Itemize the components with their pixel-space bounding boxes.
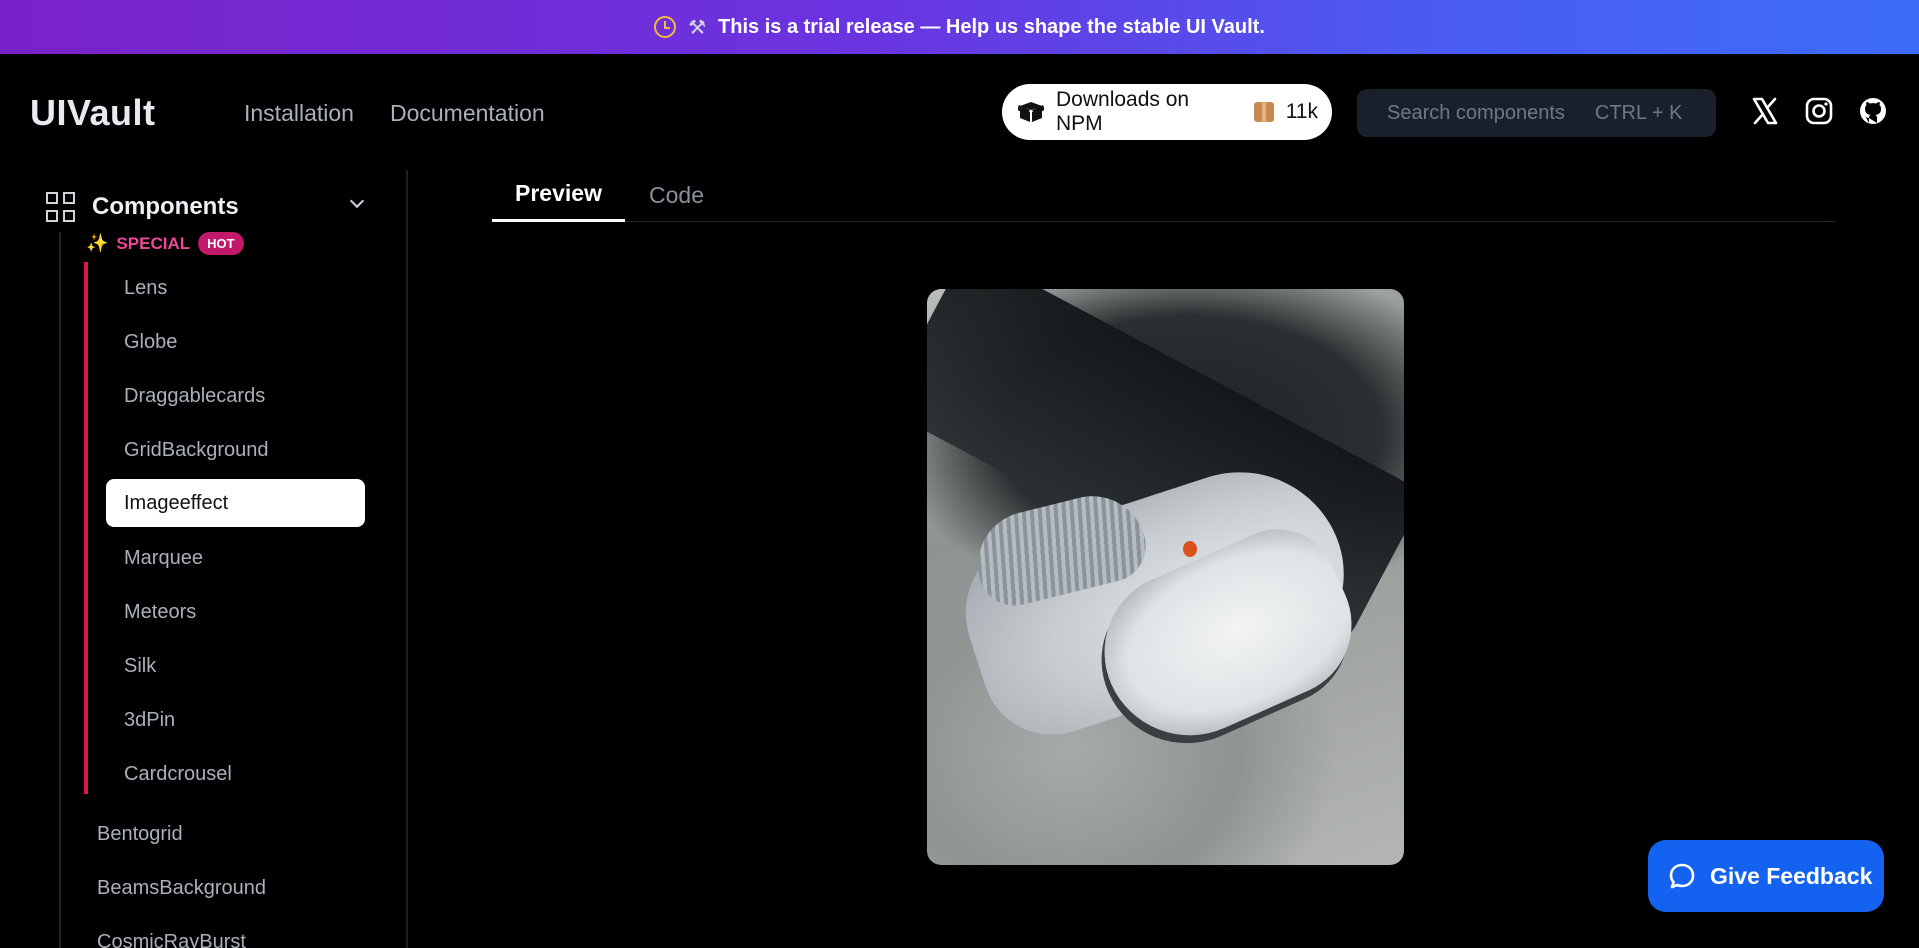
chat-bubble-icon bbox=[1669, 863, 1695, 889]
sidebar-item-globe[interactable]: Globe bbox=[106, 318, 365, 366]
hot-badge: HOT bbox=[198, 232, 244, 255]
clock-icon bbox=[654, 16, 677, 38]
sparkles-icon: ✨ bbox=[86, 233, 109, 253]
feedback-label: Give Feedback bbox=[1710, 862, 1873, 889]
tab-code[interactable]: Code bbox=[649, 176, 704, 222]
tools-icon: ⚒ bbox=[688, 16, 707, 39]
tree-line bbox=[59, 232, 61, 948]
npm-downloads-button[interactable]: Downloads on NPM 11k bbox=[1002, 84, 1332, 140]
npm-count: 11k bbox=[1285, 100, 1318, 123]
sidebar-item-meteors[interactable]: Meteors bbox=[106, 588, 365, 636]
x-icon[interactable] bbox=[1750, 96, 1780, 126]
search-input[interactable]: Search components CTRL + K bbox=[1357, 89, 1716, 137]
instagram-icon[interactable] bbox=[1804, 96, 1834, 126]
sidebar-item-beamsbackground[interactable]: BeamsBackground bbox=[97, 873, 266, 903]
top-nav: Installation Documentation bbox=[244, 100, 545, 127]
npm-label: Downloads on NPM bbox=[1056, 88, 1190, 135]
preview-code-tabs: Preview Code bbox=[492, 170, 1836, 222]
nav-installation[interactable]: Installation bbox=[244, 100, 354, 127]
sidebar-item-lens[interactable]: Lens bbox=[106, 264, 365, 312]
shoe-accent bbox=[1183, 541, 1197, 557]
special-label: SPECIAL bbox=[116, 233, 191, 253]
sidebar-item-cardcrousel[interactable]: Cardcrousel bbox=[106, 750, 365, 798]
package-icon bbox=[1254, 102, 1274, 122]
components-label: Components bbox=[92, 193, 239, 220]
banner-text: This is a trial release — Help us shape … bbox=[718, 15, 1265, 38]
sidebar-item-gridbackground[interactable]: GridBackground bbox=[106, 426, 365, 474]
chevron-down-icon[interactable] bbox=[349, 193, 365, 209]
sidebar-item-silk[interactable]: Silk bbox=[106, 642, 365, 690]
sidebar-item-imageeffect[interactable]: Imageeffect bbox=[106, 479, 365, 527]
tab-preview[interactable]: Preview bbox=[492, 176, 625, 222]
components-section-header[interactable]: Components bbox=[46, 190, 366, 224]
give-feedback-button[interactable]: Give Feedback bbox=[1648, 840, 1884, 912]
search-placeholder: Search components bbox=[1387, 101, 1565, 124]
trial-banner: ⚒ This is a trial release — Help us shap… bbox=[0, 0, 1919, 54]
sidebar-item-marquee[interactable]: Marquee bbox=[106, 534, 365, 582]
github-icon[interactable] bbox=[1858, 96, 1888, 126]
sidebar-item-draggablecards[interactable]: Draggablecards bbox=[106, 372, 365, 420]
sidebar: Components ✨ SPECIAL HOT Lens Globe Drag… bbox=[0, 170, 408, 948]
sidebar-item-3dpin[interactable]: 3dPin bbox=[106, 696, 365, 744]
grid-icon bbox=[46, 192, 76, 222]
sidebar-item-bentogrid[interactable]: Bentogrid bbox=[97, 819, 183, 849]
special-group-header: ✨ SPECIAL HOT bbox=[86, 232, 244, 255]
special-group-line bbox=[84, 262, 88, 794]
social-links bbox=[1750, 96, 1888, 126]
search-shortcut: CTRL + K bbox=[1594, 101, 1683, 124]
sidebar-item-cosmicrayburst[interactable]: CosmicRayBurst bbox=[97, 927, 246, 948]
nav-documentation[interactable]: Documentation bbox=[390, 100, 545, 127]
site-header: UIVault Installation Documentation Downl… bbox=[0, 54, 1919, 170]
open-box-icon bbox=[1017, 101, 1045, 123]
image-effect-preview bbox=[927, 289, 1404, 865]
logo[interactable]: UIVault bbox=[30, 92, 156, 134]
